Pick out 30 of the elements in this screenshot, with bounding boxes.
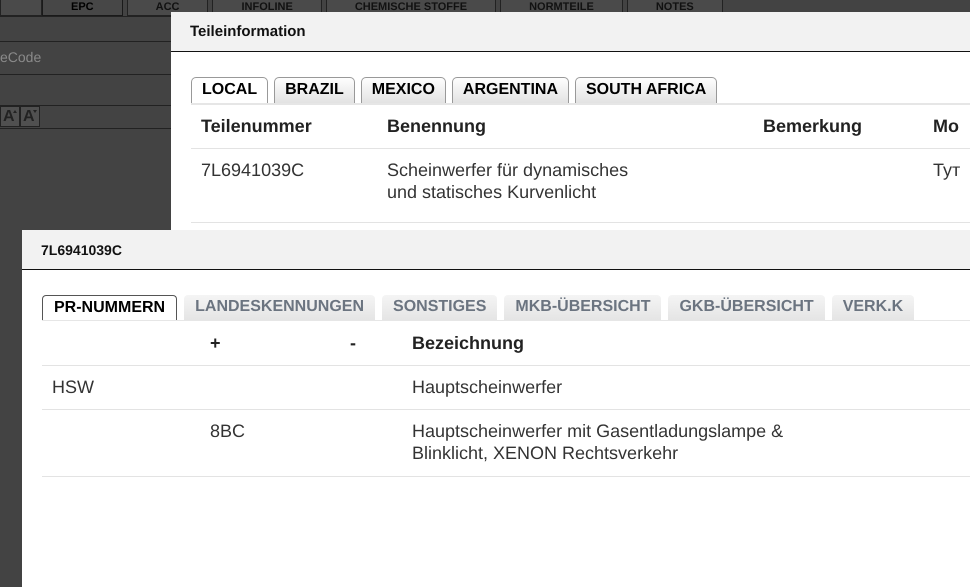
column-header: Bemerkung	[763, 116, 862, 136]
column-header: Bezeichnung	[412, 332, 524, 354]
dialog-title: Teileinformation	[190, 23, 306, 40]
column-header: Benennung	[387, 116, 486, 137]
table-cell: 7L6941039C	[201, 160, 304, 180]
table-cell-text: Hauptscheinwerfer mit Gasentladungslampe & Blinklicht, XENON Rechtsverkehr	[412, 420, 784, 464]
search-field[interactable]: eCode	[0, 42, 170, 72]
table-cell: HSW	[52, 377, 94, 397]
table-cell: 8BC	[210, 421, 246, 441]
dialog-title: 7L6941039C	[41, 242, 122, 258]
column-header: -	[350, 332, 356, 352]
tab[interactable]: SONSTIGES	[382, 295, 498, 320]
column-header: +	[210, 332, 221, 352]
tab[interactable]: PR-NUMMERN	[42, 295, 178, 320]
table-cell: Тут	[933, 160, 960, 180]
table-cell: Hauptscheinwerfer	[412, 376, 562, 398]
column-header: Mo	[933, 116, 959, 136]
tab[interactable]: EPC	[42, 0, 123, 16]
tab[interactable]: MKB-ÜBERSICHT	[504, 295, 662, 320]
column-header: Teilenummer	[201, 116, 312, 136]
tab[interactable]: MEXICO	[360, 77, 446, 103]
tab[interactable]: SOUTH AFRICA	[575, 77, 718, 103]
tab[interactable]: VERK.K	[832, 295, 914, 320]
tab[interactable]: GKB-ÜBERSICHT	[668, 295, 825, 320]
tab[interactable]: LOCAL	[191, 77, 268, 103]
tab[interactable]: BRAZIL	[274, 77, 355, 103]
tab[interactable]: ARGENTINA	[452, 77, 569, 103]
table-cell-text: Scheinwerfer für dynamisches und statisches Kurvenlicht	[387, 159, 630, 203]
tab[interactable]: LANDESKENNUNGEN	[184, 295, 376, 320]
tab[interactable]	[0, 0, 42, 16]
